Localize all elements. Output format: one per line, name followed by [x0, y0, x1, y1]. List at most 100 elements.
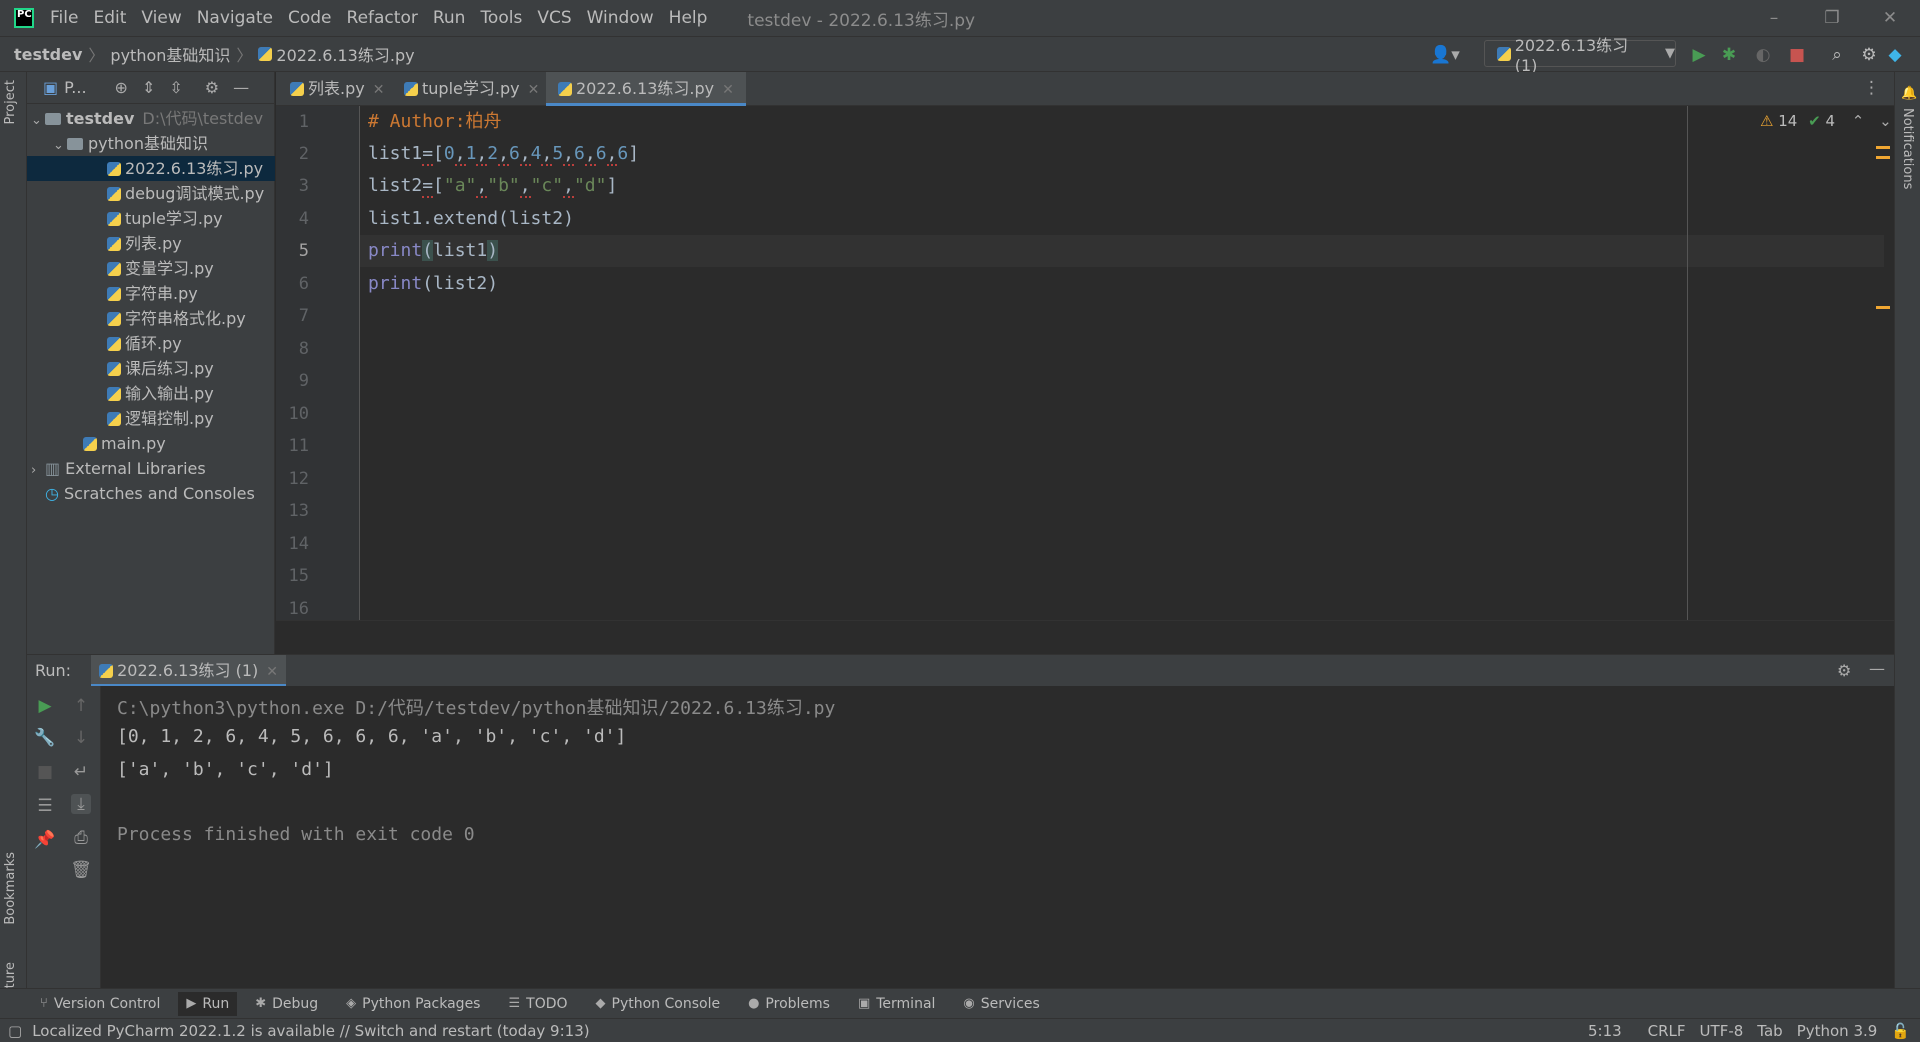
chevron-down-icon[interactable]: ⌄	[1879, 112, 1892, 130]
tree-item-file[interactable]: 列表.py	[107, 231, 182, 256]
tab-version-control[interactable]: ⑂ Version Control	[40, 996, 160, 1012]
breadcrumb-file[interactable]: 2022.6.13练习.py	[276, 42, 414, 66]
tab-terminal[interactable]: ▣ Terminal	[858, 996, 935, 1012]
toggle-tool-windows-icon[interactable]: ▢	[8, 1022, 22, 1040]
tree-item-file-selected[interactable]: 2022.6.13练习.py	[27, 156, 275, 181]
menu-view[interactable]: View	[141, 8, 181, 28]
lock-icon[interactable]: 🔓	[1891, 1022, 1910, 1040]
menu-run[interactable]: Run	[433, 8, 466, 28]
options-gear-icon[interactable]: ⚙	[205, 78, 219, 97]
tree-item-file[interactable]: 循环.py	[107, 331, 182, 356]
code-line-1[interactable]: # Author:柏舟	[368, 106, 502, 138]
menu-window[interactable]: Window	[587, 8, 654, 28]
error-stripe-marker[interactable]	[1876, 306, 1890, 309]
error-stripe-marker[interactable]	[1876, 146, 1890, 149]
locate-file-icon[interactable]: ⊕	[115, 78, 128, 97]
chevron-up-icon[interactable]: ⌃	[1852, 112, 1865, 130]
python-interpreter[interactable]: Python 3.9	[1797, 1022, 1878, 1040]
menu-code[interactable]: Code	[288, 8, 332, 28]
tab-todo[interactable]: ☰ TODO	[508, 996, 567, 1012]
tree-item-file[interactable]: 字符串.py	[107, 281, 198, 306]
restore-icon[interactable]: ❐	[1804, 0, 1860, 36]
run-settings-gear-icon[interactable]: ⚙	[1837, 661, 1851, 680]
notifications-tool-button[interactable]: Notifications	[1900, 108, 1915, 189]
expand-all-icon[interactable]: ⇕	[142, 78, 155, 97]
minimize-icon[interactable]: –	[1746, 0, 1802, 36]
close-tab-icon[interactable]: ✕	[266, 664, 278, 680]
menu-file[interactable]: File	[50, 8, 78, 28]
bell-icon[interactable]: 🔔	[1901, 86, 1917, 101]
code-line-6[interactable]: print(list2)	[368, 268, 498, 300]
search-icon[interactable]: ⌕	[1826, 44, 1848, 66]
indent-setting[interactable]: Tab	[1757, 1022, 1782, 1040]
tab-python-packages[interactable]: ◈ Python Packages	[346, 996, 480, 1012]
tree-item-file[interactable]: 字符串格式化.py	[107, 306, 246, 331]
breadcrumb-folder[interactable]: python基础知识	[110, 42, 230, 66]
tree-item-file[interactable]: main.py	[83, 431, 166, 456]
rerun-icon[interactable]: ▶	[35, 696, 55, 716]
coverage-icon[interactable]: ◐	[1752, 44, 1774, 66]
settings-gear-icon[interactable]: ⚙	[1858, 44, 1880, 66]
run-icon[interactable]: ▶	[1688, 44, 1710, 66]
soft-wrap-icon[interactable]: ↵	[71, 762, 91, 782]
arrow-down-icon[interactable]: ↓	[71, 728, 91, 748]
debug-icon[interactable]: ✱	[1718, 44, 1740, 66]
run-console[interactable]: C:\python3\python.exe D:/代码/testdev/pyth…	[101, 686, 1894, 988]
code-editor[interactable]: # Author:柏舟 list1=[0,1,2,6,4,5,6,6,6] li…	[360, 106, 1894, 620]
menu-refactor[interactable]: Refactor	[347, 8, 418, 28]
project-tool-button[interactable]: Project	[3, 80, 18, 124]
close-tab-icon[interactable]: ✕	[722, 82, 734, 98]
tab-services[interactable]: ◉ Services	[963, 996, 1039, 1012]
menu-tools[interactable]: Tools	[480, 8, 522, 28]
breadcrumb-project[interactable]: testdev	[14, 45, 82, 64]
editor-tab[interactable]: 列表.py ✕	[278, 72, 396, 106]
stop-icon[interactable]: ■	[1786, 44, 1808, 66]
hide-panel-icon[interactable]: —	[233, 78, 249, 97]
close-tab-icon[interactable]: ✕	[373, 82, 385, 98]
inspection-widget[interactable]: ⚠ 14 ✔ 4 ⌃ ⌄	[1760, 112, 1892, 130]
stop-icon[interactable]: ■	[35, 762, 55, 782]
close-window-icon[interactable]: ✕	[1862, 0, 1918, 36]
code-line-2[interactable]: list1=[0,1,2,6,4,5,6,6,6]	[368, 138, 639, 170]
tree-item-file[interactable]: 变量学习.py	[107, 256, 214, 281]
line-separator[interactable]: CRLF	[1648, 1022, 1686, 1040]
status-message[interactable]: Localized PyCharm 2022.1.2 is available …	[32, 1022, 589, 1040]
file-encoding[interactable]: UTF-8	[1700, 1022, 1744, 1040]
bookmarks-tool-button[interactable]: Bookmarks	[3, 852, 18, 925]
more-tabs-icon[interactable]: ⋮	[1863, 78, 1880, 98]
menu-navigate[interactable]: Navigate	[197, 8, 273, 28]
tree-item-project-root[interactable]: ⌄ testdev D:\代码\testdev	[31, 106, 275, 131]
tree-item-file[interactable]: debug调试模式.py	[107, 181, 264, 206]
tab-run[interactable]: ▶ Run	[178, 991, 238, 1016]
print-icon[interactable]: ⎙	[71, 828, 91, 848]
trash-icon[interactable]: 🗑	[70, 860, 92, 880]
menu-vcs[interactable]: VCS	[537, 8, 571, 28]
run-tab[interactable]: 2022.6.13练习 (1) ✕	[91, 654, 286, 687]
jetbrains-toolbox-icon[interactable]: ◆	[1884, 44, 1906, 66]
scroll-to-end-icon[interactable]: ⤓	[71, 794, 91, 814]
run-configuration-selector[interactable]: 2022.6.13练习 (1) ▼	[1484, 36, 1676, 75]
tree-item-scratches[interactable]: ◷ Scratches and Consoles	[45, 481, 255, 506]
code-line-4[interactable]: list1.extend(list2)	[368, 203, 574, 235]
close-tab-icon[interactable]: ✕	[528, 82, 540, 98]
tree-item-file[interactable]: 输入输出.py	[107, 381, 214, 406]
wrench-icon[interactable]: 🔧	[34, 728, 55, 748]
project-panel-title[interactable]: P...	[64, 78, 86, 97]
collapse-all-icon[interactable]: ⇳	[169, 78, 182, 97]
code-line-3[interactable]: list2=["a","b","c","d"]	[368, 170, 617, 202]
tab-debug[interactable]: ✱ Debug	[255, 996, 318, 1012]
tree-item-file[interactable]: tuple学习.py	[107, 206, 223, 231]
tree-item-folder[interactable]: ⌄ python基础知识	[53, 131, 275, 156]
code-line-5[interactable]: print(list1)	[368, 235, 499, 267]
menu-edit[interactable]: Edit	[93, 8, 126, 28]
tab-problems[interactable]: ● Problems	[748, 996, 830, 1012]
caret-position[interactable]: 5:13	[1588, 1022, 1622, 1040]
tree-item-file[interactable]: 逻辑控制.py	[107, 406, 214, 431]
tree-item-external-libraries[interactable]: › ▥ External Libraries	[31, 456, 206, 481]
user-account-icon[interactable]: 👤▾	[1428, 44, 1462, 66]
arrow-up-icon[interactable]: ↑	[71, 696, 91, 716]
pin-icon[interactable]: 📌	[34, 830, 55, 850]
tree-item-file[interactable]: 课后练习.py	[107, 356, 214, 381]
tab-python-console[interactable]: ◆ Python Console	[596, 996, 721, 1012]
editor-tab[interactable]: tuple学习.py ✕	[392, 72, 551, 106]
